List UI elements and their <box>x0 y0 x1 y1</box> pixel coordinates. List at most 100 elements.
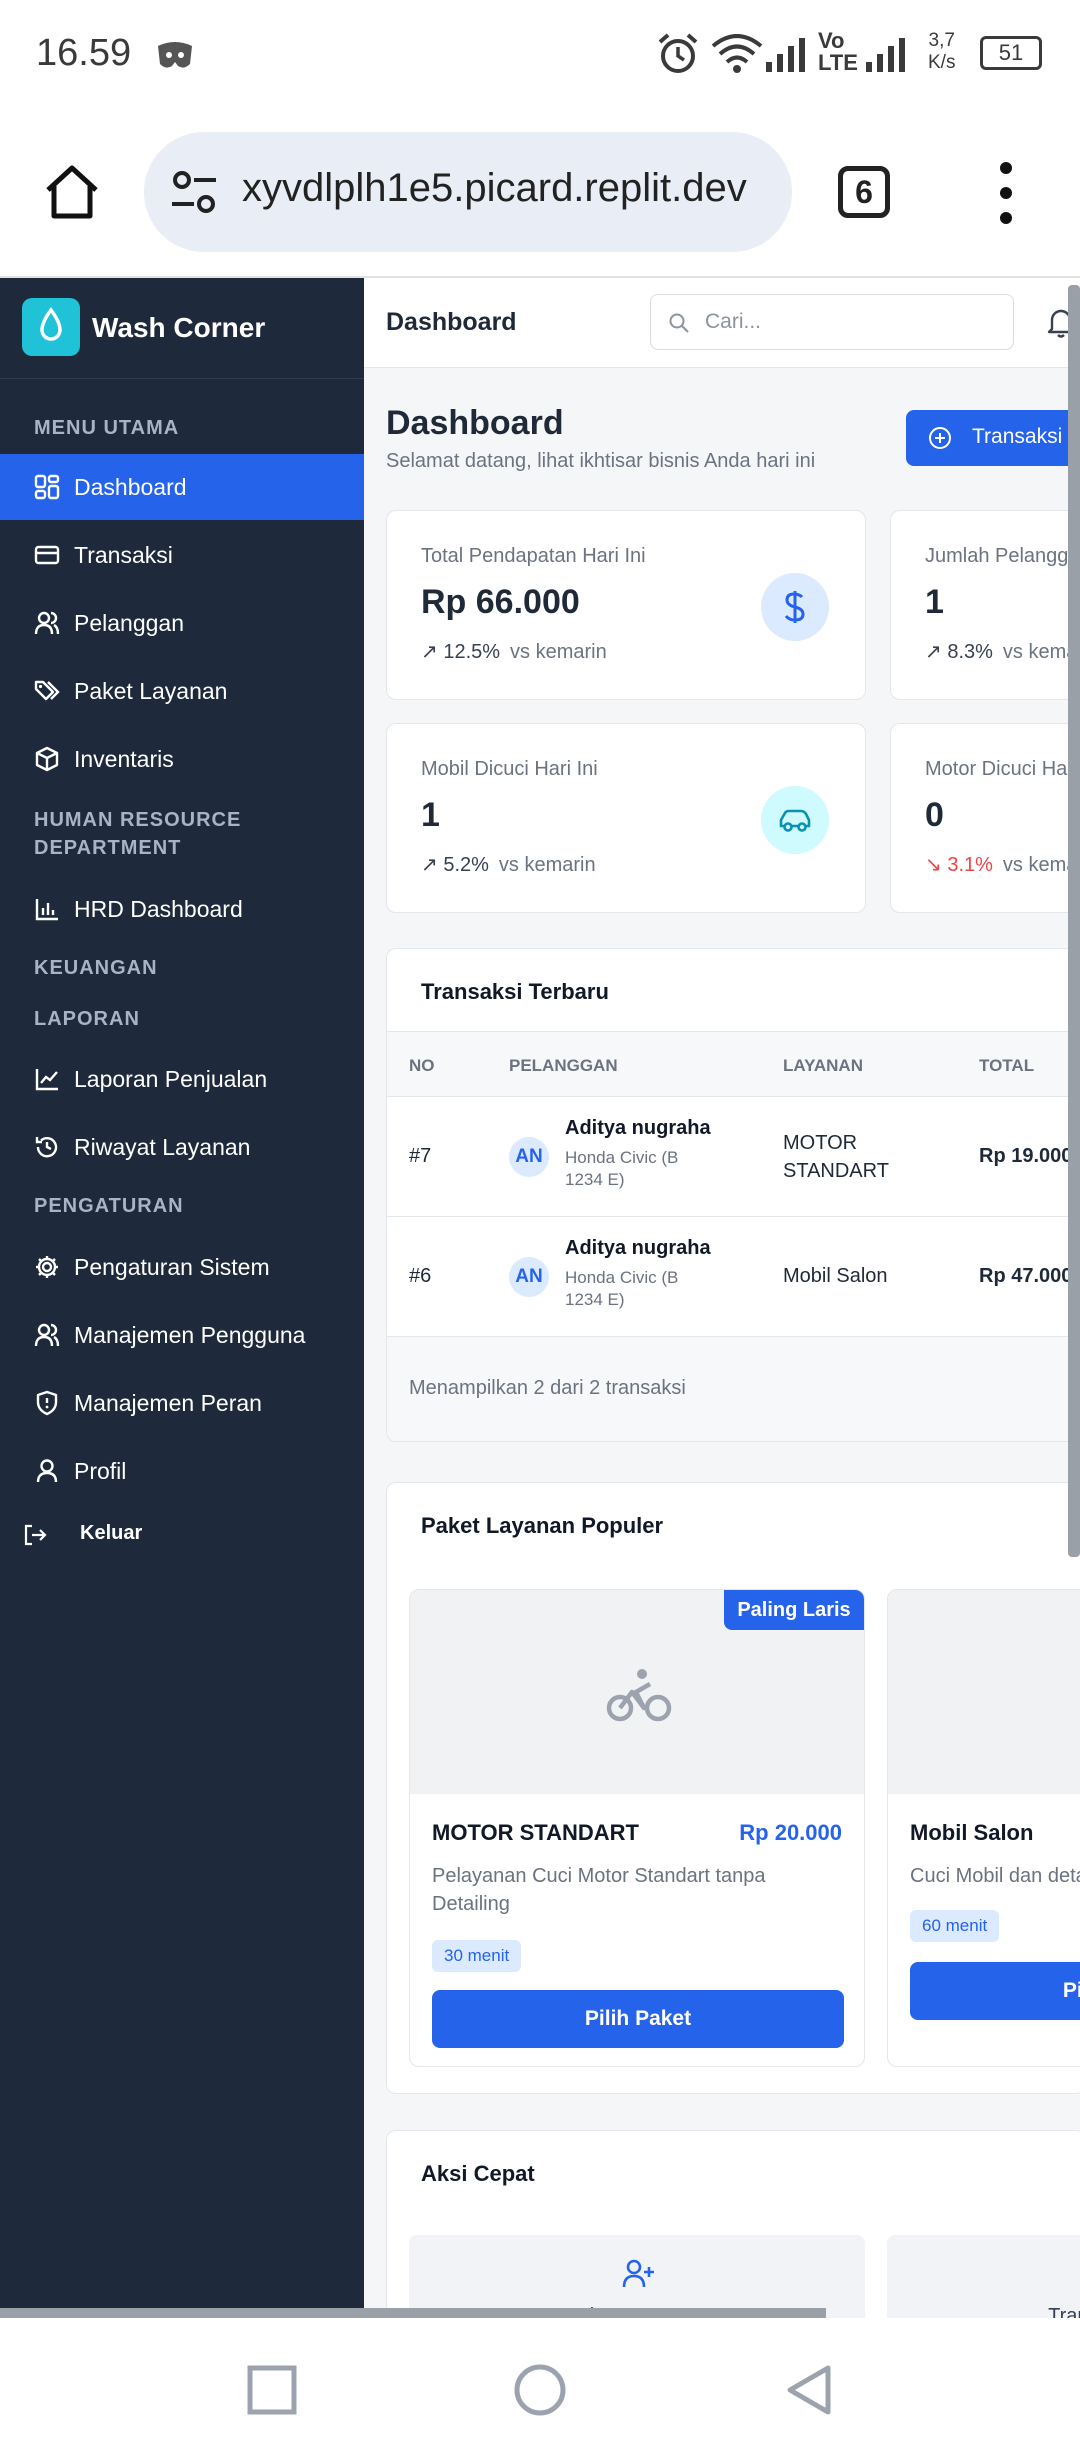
stat-change: ↘ 3.1%vs kemarin <box>925 854 1080 876</box>
new-transaction-button[interactable]: Transaksi Baru <box>906 410 1080 466</box>
section-title-finance: KEUANGAN <box>34 957 158 979</box>
package-name: MOTOR STANDART <box>432 1820 639 1845</box>
table-header: NO PELANGGAN LAYANAN TOTAL <box>387 1031 1080 1097</box>
stat-value: 1 <box>925 583 944 621</box>
quick-action-new-customer[interactable]: Pelanggan Baru <box>409 2235 865 2318</box>
column-header[interactable]: LAYANAN <box>783 1056 863 1076</box>
trend-up-icon: ↗ <box>421 854 438 876</box>
home-circle-icon[interactable] <box>512 2362 568 2418</box>
site-settings-icon[interactable] <box>168 166 220 218</box>
recent-transactions-card: Transaksi Terbaru NO PELANGGAN LAYANAN T… <box>386 948 1080 1442</box>
volte-indicator: Vo LTE <box>818 28 858 75</box>
trend-up-icon: ↗ <box>421 641 438 663</box>
search-input[interactable]: Cari... <box>650 294 1014 350</box>
package-card[interactable]: Paling Laris MOTOR STANDART Rp 20.000 Pe… <box>409 1589 865 2067</box>
sidebar-item-role-management[interactable]: Manajemen Peran <box>0 1370 364 1436</box>
package-description: Cuci Mobil dan detailing <box>910 1865 1080 1887</box>
sidebar-item-label: Inventaris <box>74 746 174 772</box>
button-label: Transaksi Baru <box>972 425 1080 448</box>
sidebar-item-service-history[interactable]: Riwayat Layanan <box>0 1114 364 1180</box>
section-title-hr: HUMAN RESOURCE DEPARTMENT <box>34 809 242 859</box>
sidebar-item-label: Manajemen Pengguna <box>74 1322 306 1348</box>
sidebar-item-label: Pelanggan <box>74 610 184 636</box>
url-text[interactable]: xyvdlplh1e5.picard.replit.dev <box>242 166 747 211</box>
duration-badge: 30 menit <box>432 1940 522 1972</box>
shield-alert-icon <box>36 1390 58 1416</box>
choose-package-button[interactable]: Pilih Paket <box>432 1990 844 2048</box>
sidebar-item-user-management[interactable]: Manajemen Pengguna <box>0 1302 364 1368</box>
home-icon[interactable] <box>42 162 102 222</box>
pagination-info: Menampilkan 2 dari 2 transaksi <box>409 1377 686 1399</box>
sidebar-item-customers[interactable]: Pelanggan <box>0 590 364 656</box>
gear-icon <box>36 1256 58 1278</box>
column-header[interactable]: TOTAL <box>979 1056 1034 1076</box>
top-header: Dashboard Cari... <box>364 278 1080 368</box>
users-icon <box>34 1323 60 1347</box>
bar-chart-icon <box>35 899 58 921</box>
quick-actions-card: Aksi Cepat Pelanggan Baru Transaksi Baru <box>386 2130 1080 2318</box>
customer-name: Aditya nugraha <box>565 1237 711 1259</box>
sidebar-item-packages[interactable]: Paket Layanan <box>0 658 364 724</box>
sidebar-item-label: Laporan Penjualan <box>74 1066 268 1092</box>
card-title: Transaksi Terbaru <box>421 979 609 1004</box>
avatar: AN <box>509 1257 549 1297</box>
trend-down-icon: ↘ <box>925 854 942 876</box>
sidebar-item-logout[interactable]: Keluar <box>0 1502 364 1568</box>
back-icon[interactable] <box>782 2362 838 2418</box>
more-options-icon[interactable] <box>996 160 1016 226</box>
column-header[interactable]: PELANGGAN <box>509 1056 618 1076</box>
table-row[interactable]: #6 AN Aditya nugraha Honda Civic (B 1234… <box>387 1217 1080 1337</box>
brand[interactable]: Wash Corner <box>22 298 352 358</box>
divider <box>0 378 364 379</box>
sidebar-item-label: HRD Dashboard <box>74 896 243 922</box>
row-number: #7 <box>409 1145 432 1167</box>
sidebar-item-transactions[interactable]: Transaksi <box>0 522 364 588</box>
sidebar-item-label: Pengaturan Sistem <box>74 1254 270 1280</box>
sidebar: Wash Corner MENU UTAMA Dashboard Transak… <box>0 278 364 2318</box>
page-title: Dashboard <box>386 404 564 442</box>
customer-vehicle: Honda Civic (B 1234 E) <box>565 1148 679 1189</box>
sidebar-item-hrd-dashboard[interactable]: HRD Dashboard <box>0 876 364 942</box>
app-viewport: Wash Corner MENU UTAMA Dashboard Transak… <box>0 278 1080 2318</box>
sidebar-item-dashboard[interactable]: Dashboard <box>0 454 364 520</box>
sidebar-item-system-settings[interactable]: Pengaturan Sistem <box>0 1234 364 1300</box>
alarm-icon <box>658 33 698 73</box>
sidebar-item-profile[interactable]: Profil <box>0 1438 364 1504</box>
stat-card-cars-washed: Mobil Dicuci Hari Ini 1 ↗ 5.2% vs kemarin <box>386 723 866 913</box>
horizontal-scrollbar[interactable] <box>0 2308 826 2318</box>
quick-action-new-transaction[interactable]: Transaksi Baru <box>887 2235 1080 2318</box>
row-number: #6 <box>409 1265 432 1287</box>
dollar-icon <box>761 573 829 641</box>
package-name: Mobil Salon <box>910 1820 1034 1845</box>
header-title: Dashboard <box>386 308 517 336</box>
package-card[interactable]: Mobil Salon Cuci Mobil dan detailing 60 … <box>887 1589 1080 2067</box>
tab-switcher-button[interactable]: 6 <box>838 166 890 218</box>
recent-apps-icon[interactable] <box>244 2362 300 2418</box>
card-title: Paket Layanan Populer <box>421 1513 664 1538</box>
vertical-scrollbar[interactable] <box>1068 285 1080 1557</box>
stat-card-motorbikes-washed: Motor Dicuci Hari Ini 0 ↘ 3.1%vs kemarin <box>890 723 1080 913</box>
sidebar-item-label: Paket Layanan <box>74 678 228 704</box>
users-icon <box>34 611 60 635</box>
sidebar-item-label: Keluar <box>80 1522 143 1544</box>
column-header[interactable]: NO <box>409 1056 435 1076</box>
line-chart-icon <box>35 1069 58 1091</box>
credit-card-icon <box>34 545 60 565</box>
stat-card-customers: Jumlah Pelanggan 1 ↗ 8.3%vs kemarin <box>890 510 1080 700</box>
choose-package-button[interactable]: Pilih Paket <box>910 1962 1080 2020</box>
stat-label: Mobil Dicuci Hari Ini <box>421 758 598 780</box>
popular-packages-card: Paket Layanan Populer Paling Laris MOTOR… <box>386 1482 1080 2094</box>
sidebar-item-label: Dashboard <box>74 474 187 500</box>
stat-change: ↗ 12.5% vs kemarin <box>421 641 607 663</box>
main-content: Dashboard Cari... Dashboard Selamat data… <box>364 278 1080 2318</box>
sidebar-item-sales-report[interactable]: Laporan Penjualan <box>0 1046 364 1112</box>
stat-value: 1 <box>421 796 440 834</box>
service-name: Mobil Salon <box>783 1265 888 1287</box>
browser-toolbar: xyvdlplh1e5.picard.replit.dev 6 <box>0 110 1080 278</box>
sidebar-item-inventory[interactable]: Inventaris <box>0 726 364 792</box>
network-speed: 3,7 K/s <box>928 30 956 73</box>
status-bar: 16.59 Vo LTE 3,7 K/s 51 <box>0 0 1080 110</box>
customer-name: Aditya nugraha <box>565 1117 711 1139</box>
address-bar[interactable]: xyvdlplh1e5.picard.replit.dev <box>144 132 792 252</box>
table-row[interactable]: #7 AN Aditya nugraha Honda Civic (B 1234… <box>387 1097 1080 1217</box>
